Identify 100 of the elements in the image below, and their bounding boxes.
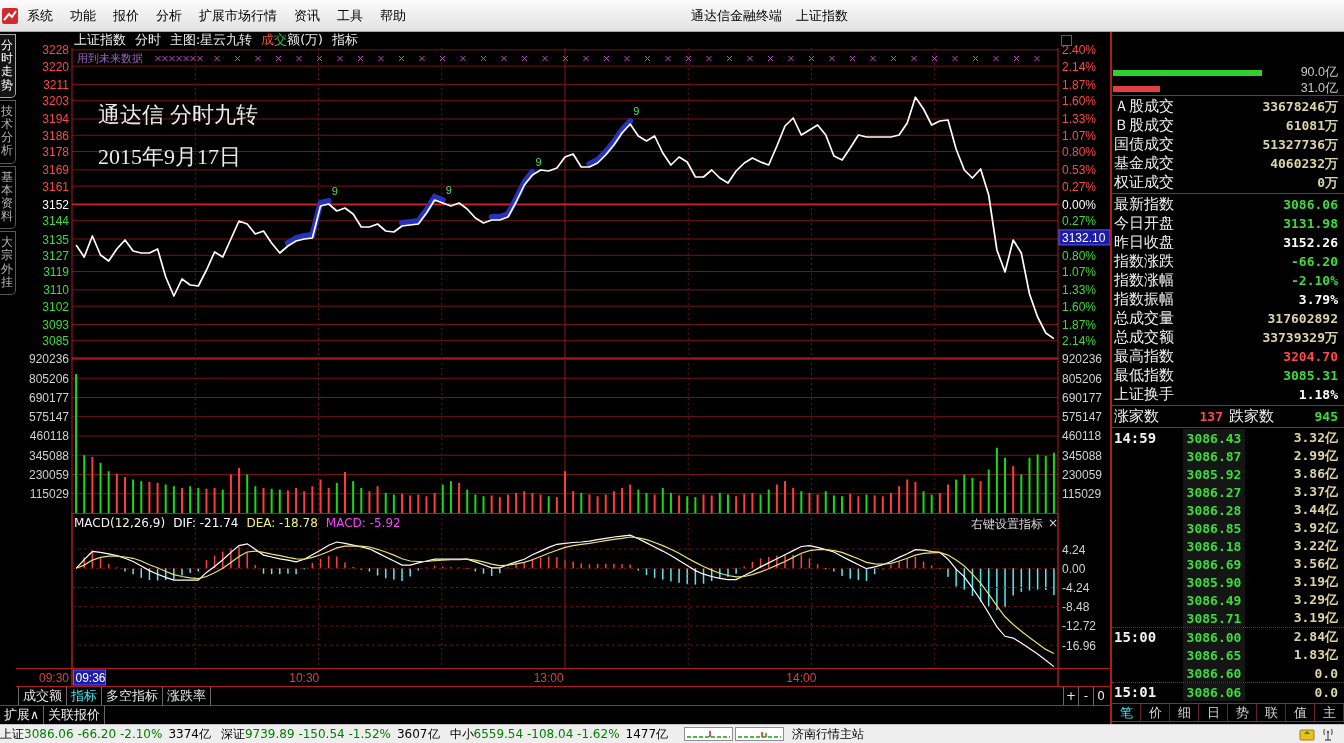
tick-price: 3086.06	[1183, 683, 1245, 701]
stat-label: 上证换手	[1114, 385, 1174, 404]
axis-label: 3161	[42, 179, 69, 194]
stat-value: -66.20	[1291, 254, 1338, 269]
axis-label: 0.00%	[1062, 197, 1097, 212]
axis-label: 805206	[28, 371, 69, 386]
index-quote: 深证9739.89 -150.54 -1.52%	[220, 725, 391, 743]
time-axis-label: 10:30	[289, 671, 320, 685]
time-axis-label: 13:00	[533, 671, 564, 685]
breadth-label: 涨家数	[1114, 407, 1159, 426]
axis-label: 3127	[42, 248, 69, 263]
axis-label: 115029	[1062, 487, 1102, 502]
axis-label: 115029	[29, 487, 69, 502]
stat-label: 最高指数	[1114, 347, 1174, 366]
tick-price: 3086.60	[1183, 664, 1245, 682]
stat-value: -2.10%	[1291, 273, 1338, 288]
tick-amount: 2.84亿	[1293, 628, 1339, 646]
window-title: 通达信金融终端	[691, 6, 782, 25]
axis-label: 1.07%	[1062, 265, 1097, 280]
window-title: 上证指数	[796, 6, 848, 25]
axis-label: -8.48	[1062, 600, 1090, 615]
tick-price: 3086.43	[1183, 429, 1245, 447]
tick-time: 15:01	[1113, 684, 1158, 700]
tick-price: 3085.92	[1183, 465, 1245, 483]
instrument-name: 上证指数	[74, 31, 126, 49]
axis-label: -4.24	[1062, 581, 1090, 595]
tick-price: 3086.65	[1183, 646, 1245, 664]
axis-label: 690177	[1062, 390, 1103, 405]
tick-price: 3086.49	[1183, 591, 1245, 609]
meter-value: 31.0亿	[1300, 80, 1338, 97]
cursor-time-label: 09:36	[73, 669, 106, 686]
axis-label: 690177	[28, 390, 69, 405]
axis-label: 0.53%	[1062, 163, 1097, 178]
axis-label: 3085	[42, 334, 69, 349]
axis-label: 0.80%	[1062, 248, 1097, 263]
axis-label: -16.96	[1062, 638, 1097, 653]
tick-price: 3085.90	[1183, 573, 1245, 591]
axis-label: 920236	[1062, 352, 1103, 367]
axis-label: 0.27%	[1062, 179, 1097, 194]
server-name: 济南行情主站	[792, 725, 865, 743]
axis-label: 3119	[43, 265, 69, 280]
axis-label: 1.60%	[1062, 94, 1097, 109]
index-quote: 中小6559.54 -108.04 -1.62%	[449, 725, 620, 743]
stat-value: 3085.31	[1283, 368, 1338, 383]
stat-value: 3152.26	[1283, 235, 1338, 250]
axis-label: 4.24	[1062, 542, 1086, 557]
indicator-readout: DIF: -21.74	[173, 516, 239, 530]
axis-label: 3110	[43, 283, 69, 298]
index-quote: 上证3086.06 -66.20 -2.10%	[0, 725, 163, 743]
tick-price: 3086.85	[1183, 519, 1245, 537]
axis-label: 230059	[1062, 468, 1103, 482]
breadth-label: 跌家数	[1229, 407, 1274, 426]
meter-value: 90.0亿	[1300, 64, 1338, 81]
indicator-label: 指标	[332, 31, 358, 49]
axis-label: 3093	[42, 317, 69, 332]
tick-price: 3086.18	[1183, 537, 1245, 555]
tick-amount: 0.0	[1314, 665, 1339, 681]
axis-label: 1.33%	[1062, 112, 1097, 127]
tick-amount: 0.0	[1314, 684, 1339, 700]
tick-amount: 3.92亿	[1293, 519, 1339, 537]
warning-label: 用到未来数据	[77, 52, 143, 64]
axis-label: 1.87%	[1062, 77, 1097, 92]
stat-value: 51327736万	[1262, 135, 1338, 154]
breadth-count: 945	[1314, 409, 1338, 424]
stat-value: 33678246万	[1262, 97, 1338, 116]
indicator-title: MACD(12,26,9)	[74, 516, 166, 530]
stat-value: 3086.06	[1283, 197, 1338, 212]
tick-price: 3086.28	[1183, 501, 1245, 519]
stat-label: 最低指数	[1114, 366, 1174, 385]
axis-label: 460118	[29, 429, 69, 444]
axis-label: 3203	[42, 94, 69, 109]
tick-amount: 3.29亿	[1293, 591, 1339, 609]
axis-label: 3211	[43, 77, 69, 92]
axis-label: 575147	[1062, 410, 1103, 425]
stat-value: 0万	[1317, 173, 1338, 192]
chart-mode-label: 分时	[135, 31, 161, 49]
volume-label-part: 交	[274, 31, 288, 49]
axis-label: 3186	[42, 128, 69, 143]
axis-label: 3228	[42, 43, 69, 58]
tick-amount: 3.86亿	[1293, 465, 1339, 483]
tick-price: 3086.69	[1183, 555, 1245, 573]
stat-value: 4060232万	[1270, 154, 1338, 173]
chart-caption: 通达信 分时九转	[98, 102, 258, 127]
tick-price: 3086.27	[1183, 483, 1245, 501]
stat-value: 33739329万	[1262, 328, 1338, 347]
axis-label: 575147	[28, 410, 69, 425]
count-label: 9	[535, 156, 542, 168]
main-indicator-label: 主图:星云九转	[170, 31, 253, 49]
tick-amount: 3.19亿	[1293, 609, 1339, 627]
time-axis-label: 09:30	[38, 671, 69, 685]
axis-label: 3144	[42, 214, 69, 229]
stat-label: Ｂ股成交	[1114, 116, 1174, 135]
stat-value: 1.18%	[1298, 387, 1338, 402]
axis-label: 345088	[1062, 448, 1103, 463]
axis-label: 3220	[42, 59, 69, 74]
stat-value: 3131.98	[1283, 216, 1338, 231]
stat-label: Ａ股成交	[1114, 97, 1174, 116]
stat-label: 国债成交	[1114, 135, 1174, 154]
time-axis-label: 14:00	[786, 671, 817, 685]
axis-label: 1.60%	[1062, 299, 1097, 314]
